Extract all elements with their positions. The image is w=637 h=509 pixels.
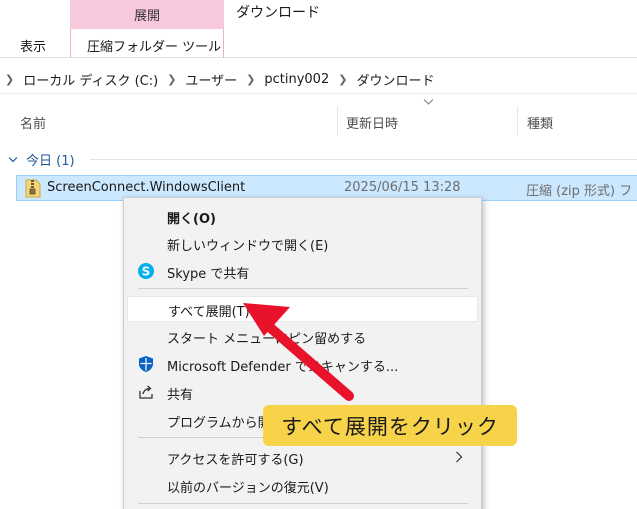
annotation-callout: すべて展開をクリック [263,405,517,446]
zip-folder-icon [25,179,41,198]
context-menu: 開く(O) 新しいウィンドウで開く(E) S Skype で共有 すべて展開(T… [123,197,482,509]
menu-item-give-access[interactable]: アクセスを許可する(G) [124,444,481,470]
skype-icon: S [138,263,154,279]
file-date: 2025/06/15 13:28 [344,180,461,195]
svg-text:S: S [142,265,151,279]
ribbon: 展開 ダウンロード 表示 圧縮フォルダー ツール [0,0,637,58]
menu-item-label: 開く(O) [167,212,216,227]
chevron-right-icon[interactable]: ❯ [167,73,176,86]
chevron-right-icon [456,451,463,463]
breadcrumb-user-folder[interactable]: pctiny002 [264,72,329,87]
menu-item-extract-all[interactable]: すべて展開(T)... [127,296,478,322]
tab-view[interactable]: 表示 [20,36,46,55]
chevron-down-icon[interactable] [8,156,18,164]
group-header-today[interactable]: 今日 (1) [8,150,75,169]
defender-shield-icon [139,356,153,372]
menu-item-label: 以前のバージョンの復元(V) [167,481,329,496]
menu-item-pin-start[interactable]: スタート メニューにピン留めする [124,323,481,349]
menu-item-restore-versions[interactable]: 以前のバージョンの復元(V) [124,472,481,498]
column-divider[interactable] [517,106,518,136]
file-type: 圧縮 (zip 形式) フ [526,184,633,199]
breadcrumb-local-disk[interactable]: ローカル ディスク (C:) [23,70,158,89]
group-label: 今日 (1) [26,154,75,169]
column-header-date[interactable]: 更新日時 [346,113,398,132]
breadcrumb-downloads[interactable]: ダウンロード [356,70,434,89]
menu-separator [138,288,468,289]
menu-item-skype-share[interactable]: S Skype で共有 [124,258,481,284]
chevron-right-icon[interactable]: ❯ [246,73,255,86]
menu-item-defender-scan[interactable]: Microsoft Defender でスキャンする... [124,351,481,377]
menu-item-open[interactable]: 開く(O) [124,203,481,229]
file-name: ScreenConnect.WindowsClient [47,180,246,195]
column-header-type[interactable]: 種類 [527,113,553,132]
window-title: ダウンロード [236,5,320,21]
menu-item-label: 共有 [167,388,194,403]
menu-item-share[interactable]: 共有 [124,379,481,405]
breadcrumb-users[interactable]: ユーザー [185,70,237,89]
menu-item-label: すべて展開(T)... [168,305,263,320]
menu-item-label: Microsoft Defender でスキャンする... [167,360,399,375]
menu-separator [138,503,468,504]
column-headers: 名前 更新日時 種類 [0,106,637,136]
menu-item-label: アクセスを許可する(G) [167,453,304,468]
chevron-right-icon[interactable]: ❯ [338,73,347,86]
address-bar[interactable]: ❯ ローカル ディスク (C:) ❯ ユーザー ❯ pctiny002 ❯ ダウ… [0,66,637,94]
menu-item-open-new-window[interactable]: 新しいウィンドウで開く(E) [124,230,481,256]
share-icon [139,385,153,399]
tab-compressed-folder-tools[interactable]: 圧縮フォルダー ツール [87,36,221,55]
sort-chevron-down-icon [423,99,434,105]
menu-item-label: スタート メニューにピン留めする [167,332,367,347]
group-divider-line [90,159,637,160]
menu-item-label: Skype で共有 [167,267,250,282]
context-tab-extract-header[interactable]: 展開 [70,0,224,29]
column-header-name[interactable]: 名前 [20,113,46,132]
column-divider[interactable] [337,106,338,136]
chevron-right-icon[interactable]: ❯ [5,73,14,86]
menu-item-label: 新しいウィンドウで開く(E) [167,239,329,254]
